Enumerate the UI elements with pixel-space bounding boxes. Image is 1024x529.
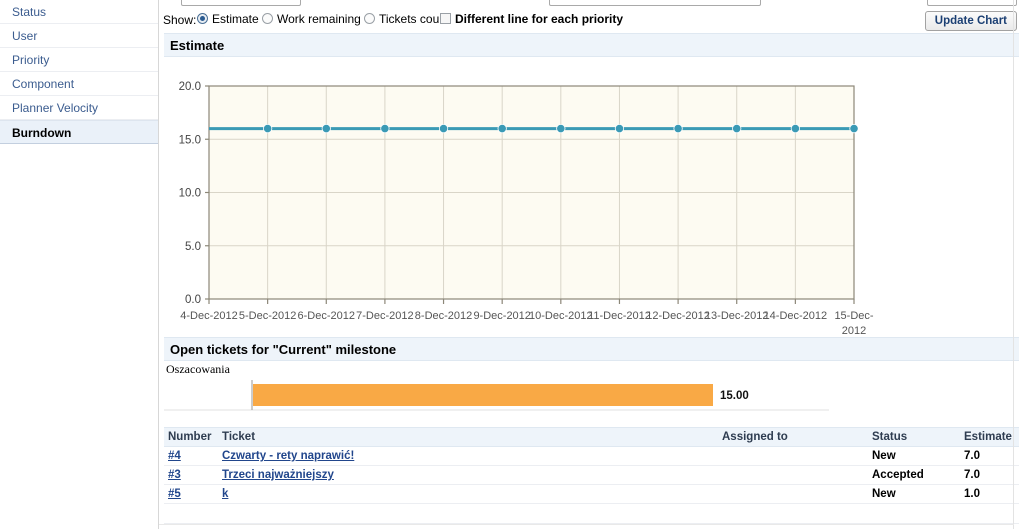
svg-text:13-Dec-2012: 13-Dec-2012 — [705, 310, 769, 322]
checkbox-different-line-icon[interactable] — [440, 13, 451, 24]
sidebar-item-planner-velocity[interactable]: Planner Velocity — [0, 96, 158, 120]
radio-work-remaining-label: Work remaining — [277, 12, 361, 26]
cell-estimate: 7.0 — [960, 465, 1019, 485]
sidebar-item-burndown[interactable]: Burndown — [0, 120, 158, 144]
cell-assigned-to — [718, 465, 868, 485]
checkbox-option-different-line[interactable]: Different line for each priority — [440, 12, 623, 26]
column-header-assigned[interactable]: Assigned to — [718, 427, 868, 447]
cell-status: New — [868, 446, 960, 466]
panel-header-open-tickets-title: Open tickets for "Current" milestone — [170, 342, 397, 357]
cell-ticket: Czwarty - rety naprawić! — [218, 446, 718, 466]
bar-chart-title: Oszacowania — [166, 362, 230, 376]
column-header-ticket[interactable]: Ticket — [218, 427, 718, 447]
svg-text:9-Dec-2012: 9-Dec-2012 — [473, 310, 530, 322]
sidebar-item-priority[interactable]: Priority — [0, 48, 158, 72]
svg-text:15-Dec-: 15-Dec- — [834, 310, 873, 322]
radio-tickets-count-icon[interactable] — [364, 13, 375, 24]
cell-number: #5 — [164, 484, 218, 504]
radio-tickets-count-label: Tickets count — [379, 12, 450, 26]
cell-number: #4 — [164, 446, 218, 466]
ticket-number-link[interactable]: #3 — [168, 469, 181, 481]
cell-ticket: Trzeci najważniejszy — [218, 465, 718, 485]
radio-option-tickets-count[interactable]: Tickets count — [364, 12, 449, 26]
table-row: #3 Trzeci najważniejszy Accepted 7.0 — [164, 465, 1019, 485]
sidebar-item-component[interactable]: Component — [0, 72, 158, 96]
sidebar-nav: Status User Priority Component Planner V… — [0, 0, 159, 529]
cutoff-input-right[interactable] — [927, 0, 1017, 6]
cell-assigned-to — [718, 484, 868, 504]
sidebar-item-user[interactable]: User — [0, 24, 158, 48]
panel-header-open-tickets: Open tickets for "Current" milestone — [164, 337, 1019, 361]
svg-text:0.0: 0.0 — [185, 294, 201, 306]
update-chart-button[interactable]: Update Chart — [924, 11, 1017, 31]
cutoff-form-row — [159, 0, 1024, 7]
panel-header-estimate-title: Estimate — [170, 38, 225, 53]
page-bottom-border — [159, 524, 1014, 525]
column-header-estimate[interactable]: Estimate — [960, 427, 1019, 447]
cutoff-input-center[interactable] — [549, 0, 761, 6]
svg-text:15.0: 15.0 — [179, 134, 201, 146]
table-row: #4 Czwarty - rety naprawić! New 7.0 — [164, 446, 1019, 466]
cell-status: New — [868, 484, 960, 504]
radio-option-work-remaining[interactable]: Work remaining — [262, 12, 361, 26]
estimates-bar-chart: Oszacowania 15.00 — [164, 362, 1019, 422]
svg-text:10.0: 10.0 — [179, 188, 201, 200]
ticket-number-link[interactable]: #5 — [168, 488, 181, 500]
column-header-status[interactable]: Status — [868, 427, 960, 447]
svg-text:4-Dec-2012: 4-Dec-2012 — [180, 310, 237, 322]
cell-estimate: 7.0 — [960, 446, 1019, 466]
svg-text:14-Dec-2012: 14-Dec-2012 — [764, 310, 828, 322]
svg-text:20.0: 20.0 — [179, 81, 201, 93]
radio-estimate-label: Estimate — [212, 12, 259, 26]
main-content: Show: Estimate Work remaining Tickets co… — [159, 0, 1024, 529]
radio-estimate-icon[interactable] — [197, 13, 208, 24]
svg-text:15.00: 15.00 — [720, 390, 749, 402]
open-tickets-table: Number Ticket Assigned to Status Estimat… — [164, 427, 1019, 504]
svg-text:2012: 2012 — [842, 325, 866, 335]
sidebar-item-status[interactable]: Status — [0, 0, 158, 24]
table-header-row: Number Ticket Assigned to Status Estimat… — [164, 427, 1019, 447]
svg-text:5-Dec-2012: 5-Dec-2012 — [239, 310, 296, 322]
panel-header-estimate: Estimate — [164, 33, 1019, 57]
svg-text:8-Dec-2012: 8-Dec-2012 — [415, 310, 472, 322]
show-label: Show: — [163, 13, 197, 27]
cell-ticket: k — [218, 484, 718, 504]
table-row: #5 k New 1.0 — [164, 484, 1019, 504]
cell-assigned-to — [718, 446, 868, 466]
svg-text:12-Dec-2012: 12-Dec-2012 — [646, 310, 710, 322]
cell-estimate: 1.0 — [960, 484, 1019, 504]
cutoff-input-left[interactable] — [181, 0, 301, 6]
checkbox-different-line-label: Different line for each priority — [455, 12, 624, 26]
svg-text:6-Dec-2012: 6-Dec-2012 — [298, 310, 355, 322]
ticket-summary-link[interactable]: Trzeci najważniejszy — [222, 469, 334, 481]
page-right-border — [1013, 0, 1014, 529]
svg-text:5.0: 5.0 — [185, 241, 201, 253]
page-root: Status User Priority Component Planner V… — [0, 0, 1024, 529]
column-header-number[interactable]: Number — [164, 427, 218, 447]
radio-work-remaining-icon[interactable] — [262, 13, 273, 24]
ticket-number-link[interactable]: #4 — [168, 450, 181, 462]
burndown-line-chart: 0.0 5.0 10.0 15.0 20.0 4-Dec-2012 5-Dec-2012 6-… — [164, 58, 1019, 335]
cell-number: #3 — [164, 465, 218, 485]
table-footer-spacer — [164, 504, 1019, 524]
cell-status: Accepted — [868, 465, 960, 485]
svg-text:7-Dec-2012: 7-Dec-2012 — [356, 310, 413, 322]
ticket-summary-link[interactable]: k — [222, 488, 228, 500]
radio-option-estimate[interactable]: Estimate — [197, 12, 259, 26]
ticket-summary-link[interactable]: Czwarty - rety naprawić! — [222, 450, 354, 462]
table-body: #4 Czwarty - rety naprawić! New 7.0 #3 Trzeci… — [164, 446, 1019, 504]
chart-options-row: Show: Estimate Work remaining Tickets co… — [159, 7, 1024, 33]
svg-text:10-Dec-2012: 10-Dec-2012 — [529, 310, 593, 322]
svg-text:11-Dec-2012: 11-Dec-2012 — [588, 310, 651, 322]
